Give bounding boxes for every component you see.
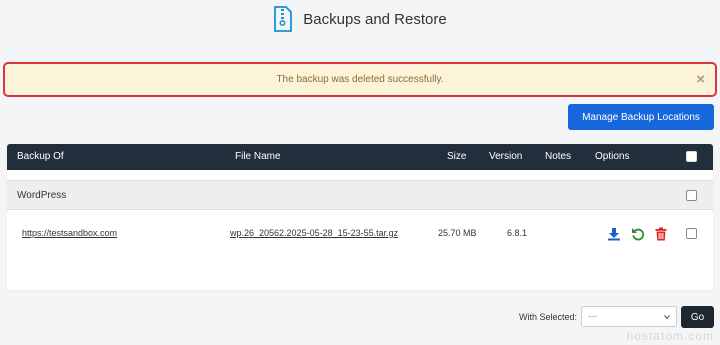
table-row: https://testsandbox.com wp.26_20562.2025… xyxy=(7,220,713,248)
with-selected-label: With Selected: xyxy=(519,312,578,322)
group-row-wordpress: WordPress xyxy=(7,180,713,210)
restore-icon[interactable] xyxy=(631,227,645,241)
column-notes: Notes xyxy=(545,151,572,162)
column-size: Size xyxy=(447,151,467,162)
download-icon[interactable] xyxy=(607,227,621,241)
backups-table: Backup Of File Name Size Version Notes O… xyxy=(7,144,713,290)
select-value: --- xyxy=(588,311,597,321)
close-icon[interactable]: × xyxy=(696,71,705,88)
bulk-action-select[interactable]: --- xyxy=(581,306,677,327)
group-checkbox[interactable] xyxy=(686,190,697,201)
delete-icon[interactable] xyxy=(654,227,668,241)
backup-of-link[interactable]: https://testsandbox.com xyxy=(22,228,117,238)
column-file-name: File Name xyxy=(235,151,281,162)
column-version: Version xyxy=(489,151,523,162)
version-value: 6.8.1 xyxy=(507,228,528,238)
manage-backup-locations-button[interactable]: Manage Backup Locations xyxy=(568,104,714,130)
select-all-checkbox[interactable] xyxy=(686,151,697,162)
page-header: Backups and Restore xyxy=(0,0,720,38)
file-name-link[interactable]: wp.26_20562.2025-05-28_15-23-55.tar.gz xyxy=(230,228,398,238)
group-label: WordPress xyxy=(17,190,67,201)
go-button[interactable]: Go xyxy=(681,306,714,328)
row-checkbox[interactable] xyxy=(686,228,697,239)
success-alert: The backup was deleted successfully. × xyxy=(3,62,717,97)
column-backup-of: Backup Of xyxy=(17,151,64,162)
alert-message: The backup was deleted successfully. xyxy=(276,74,444,85)
zip-file-icon xyxy=(274,6,293,32)
size-value: 25.70 MB xyxy=(438,228,477,238)
watermark: hostatom.com xyxy=(626,329,714,343)
page-title: Backups and Restore xyxy=(303,10,447,28)
column-options: Options xyxy=(595,151,630,162)
table-header: Backup Of File Name Size Version Notes O… xyxy=(7,144,713,170)
chevron-down-icon xyxy=(664,315,670,320)
